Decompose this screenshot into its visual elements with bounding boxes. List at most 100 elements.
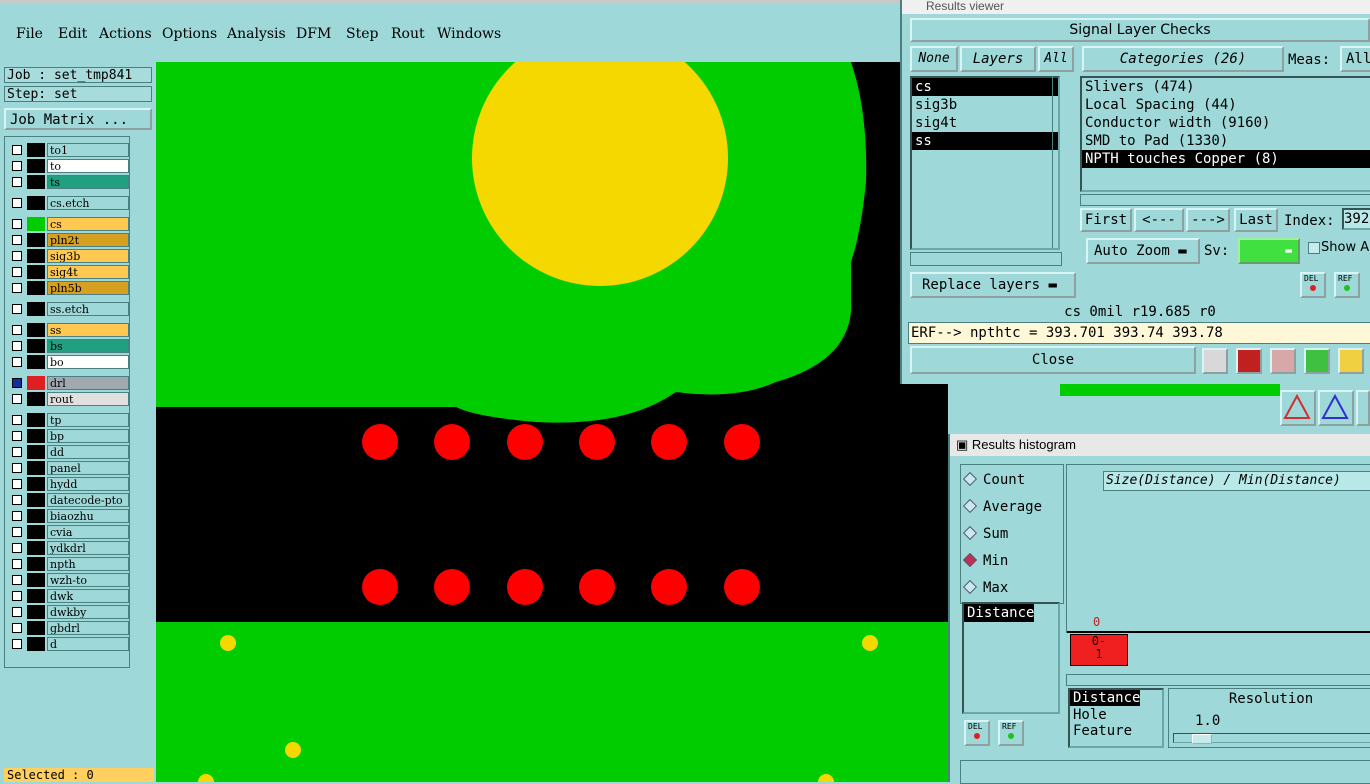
measure-list[interactable]: Distance xyxy=(962,602,1060,714)
layer-checkbox[interactable] xyxy=(12,267,22,277)
layer-checkbox[interactable] xyxy=(12,495,22,505)
layer-checkbox[interactable] xyxy=(12,511,22,521)
layer-row-rout[interactable]: rout xyxy=(9,392,129,406)
layer-name[interactable]: dwk xyxy=(47,589,129,603)
menu-dfm[interactable]: DFM xyxy=(296,26,331,42)
auto-zoom-select[interactable]: Auto Zoom ▬ xyxy=(1086,238,1200,264)
layer-name[interactable]: bp xyxy=(47,429,129,443)
layer-name[interactable]: pln2t xyxy=(47,233,129,247)
layer-name[interactable]: ydkdrl xyxy=(47,541,129,555)
first-button[interactable]: First xyxy=(1080,208,1132,232)
layers-hscrollbar[interactable] xyxy=(910,252,1062,266)
layer-checkbox[interactable] xyxy=(12,219,22,229)
layer-checkbox[interactable] xyxy=(12,161,22,171)
layer-name[interactable]: rout xyxy=(47,392,129,406)
layer-name[interactable]: ss xyxy=(47,323,129,337)
layer-name[interactable]: sig4t xyxy=(47,265,129,279)
layer-name[interactable]: gbdrl xyxy=(47,621,129,635)
layer-row-panel[interactable]: panel xyxy=(9,461,129,475)
layer-name[interactable]: hydd xyxy=(47,477,129,491)
layer-row-datecode-pto[interactable]: datecode-pto xyxy=(9,493,129,507)
layer-row-bp[interactable]: bp xyxy=(9,429,129,443)
layer-name[interactable]: cs.etch xyxy=(47,196,129,210)
layer-item[interactable]: sig4t xyxy=(912,114,1058,132)
layer-row-dwk[interactable]: dwk xyxy=(9,589,129,603)
categories-button[interactable]: Categories (26) xyxy=(1082,46,1284,72)
replace-layers-select[interactable]: Replace layers ▬ xyxy=(910,272,1076,298)
layer-checkbox[interactable] xyxy=(12,251,22,261)
clear-icon[interactable] xyxy=(1270,348,1296,374)
category-item[interactable]: Local Spacing (44) xyxy=(1082,96,1370,114)
menu-actions[interactable]: Actions xyxy=(99,26,152,42)
layer-row-wzh-to[interactable]: wzh-to xyxy=(9,573,129,587)
layer-checkbox[interactable] xyxy=(12,479,22,489)
layers-button[interactable]: Layers xyxy=(960,46,1036,72)
layer-checkbox[interactable] xyxy=(12,543,22,553)
histogram-bar[interactable]: 0- 1 xyxy=(1070,634,1128,666)
layer-row-npth[interactable]: npth xyxy=(9,557,129,571)
category-item[interactable]: Slivers (474) xyxy=(1082,78,1370,96)
layer-name[interactable]: bs xyxy=(47,339,129,353)
layer-name[interactable]: to xyxy=(47,159,129,173)
categories-hscrollbar[interactable] xyxy=(1080,194,1370,206)
layer-item[interactable]: sig3b xyxy=(912,96,1058,114)
layer-row-ss.etch[interactable]: ss.etch xyxy=(9,302,129,316)
meas-select[interactable]: All xyxy=(1340,46,1370,72)
layer-row-dd[interactable]: dd xyxy=(9,445,129,459)
layer-row-dwkby[interactable]: dwkby xyxy=(9,605,129,619)
layer-checkbox[interactable] xyxy=(12,447,22,457)
index-input[interactable]: 392 xyxy=(1342,208,1370,230)
menu-rout[interactable]: Rout xyxy=(391,26,425,42)
category-item[interactable]: NPTH touches Copper (8) xyxy=(1082,150,1370,168)
menu-analysis[interactable]: Analysis xyxy=(227,26,286,42)
menu-file[interactable]: File xyxy=(16,26,43,42)
category-item[interactable]: SMD to Pad (1330) xyxy=(1082,132,1370,150)
layer-name[interactable]: ss.etch xyxy=(47,302,129,316)
layer-row-bo[interactable]: bo xyxy=(9,355,129,369)
layer-row-d[interactable]: d xyxy=(9,637,129,651)
layer-name[interactable]: tp xyxy=(47,413,129,427)
category-item[interactable]: Conductor width (9160) xyxy=(1082,114,1370,132)
layer-row-hydd[interactable]: hydd xyxy=(9,477,129,491)
layer-name[interactable]: to1 xyxy=(47,143,129,157)
layer-checkbox[interactable] xyxy=(12,623,22,633)
menu-options[interactable]: Options xyxy=(162,26,217,42)
next-button[interactable]: ---> xyxy=(1186,208,1230,232)
sort-item[interactable]: Distance xyxy=(1070,690,1141,706)
last-button[interactable]: Last xyxy=(1234,208,1278,232)
layer-name[interactable]: d xyxy=(47,637,129,651)
layer-row-tp[interactable]: tp xyxy=(9,413,129,427)
layer-row-drl[interactable]: drl xyxy=(9,376,129,390)
layer-item[interactable]: cs xyxy=(912,78,1058,96)
measure-item[interactable]: Distance xyxy=(964,604,1035,622)
layer-name[interactable]: dwkby xyxy=(47,605,129,619)
layer-checkbox[interactable] xyxy=(12,463,22,473)
layer-name[interactable]: pln5b xyxy=(47,281,129,295)
triangle-icon[interactable] xyxy=(1280,390,1316,426)
layer-checkbox[interactable] xyxy=(12,607,22,617)
slider-handle[interactable] xyxy=(1192,734,1212,744)
layer-row-ss[interactable]: ss xyxy=(9,323,129,337)
mode-sum[interactable]: Sum xyxy=(962,525,1008,543)
layer-name[interactable]: datecode-pto xyxy=(47,493,129,507)
layer-row-ydkdrl[interactable]: ydkdrl xyxy=(9,541,129,555)
triangle-icon[interactable] xyxy=(1356,390,1370,426)
layer-checkbox[interactable] xyxy=(12,394,22,404)
layer-checkbox[interactable] xyxy=(12,341,22,351)
compare-icon[interactable] xyxy=(1304,348,1330,374)
layer-checkbox[interactable] xyxy=(12,559,22,569)
prev-button[interactable]: <--- xyxy=(1134,208,1184,232)
layer-row-cvia[interactable]: cvia xyxy=(9,525,129,539)
layer-row-ts[interactable]: ts xyxy=(9,175,129,189)
resolution-slider[interactable] xyxy=(1173,733,1370,744)
none-button[interactable]: None xyxy=(910,46,958,72)
sort-list[interactable]: Distance Hole Feature xyxy=(1068,688,1164,748)
layer-checkbox[interactable] xyxy=(12,378,22,388)
layer-checkbox[interactable] xyxy=(12,591,22,601)
mode-min[interactable]: Min xyxy=(962,552,1008,570)
layer-checkbox[interactable] xyxy=(12,527,22,537)
layer-checkbox[interactable] xyxy=(12,235,22,245)
sort-item[interactable]: Hole xyxy=(1070,706,1162,723)
layers-list[interactable]: cs sig3b sig4t ss xyxy=(910,76,1060,250)
layer-checkbox[interactable] xyxy=(12,177,22,187)
